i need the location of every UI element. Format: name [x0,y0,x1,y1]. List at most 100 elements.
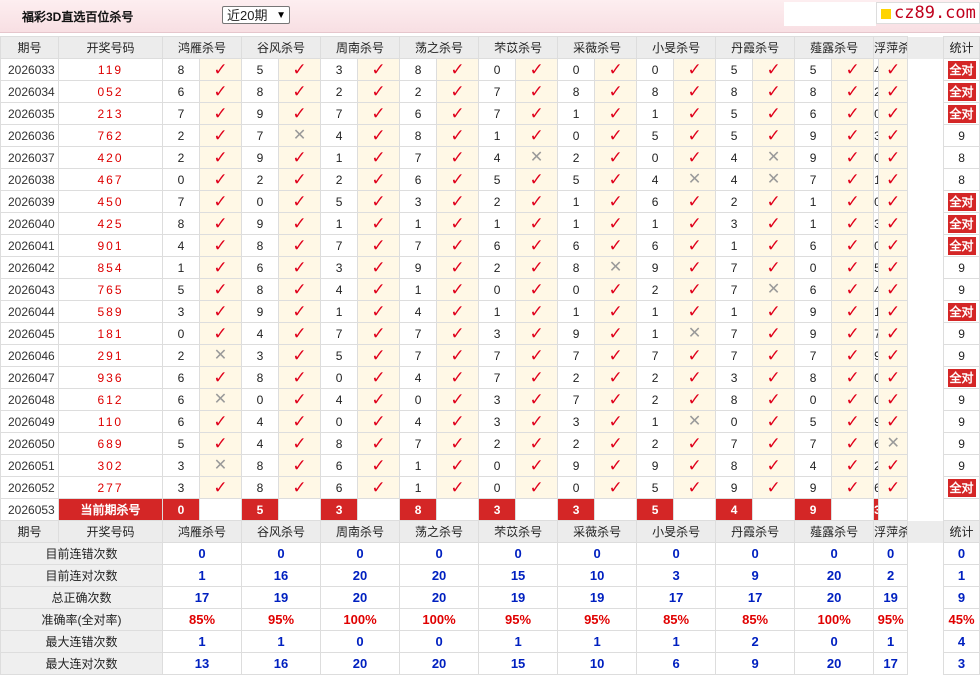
stat-cell: 全对 [943,190,980,213]
check-icon: ✓ [766,126,781,145]
hit-mark-cell: ✓ [278,476,322,499]
kill-number-cell: 0 [636,146,675,169]
kill-number-cell: 7 [399,322,438,345]
gap-cell [907,124,945,147]
current-kill-blank [878,498,909,521]
hit-mark-cell: ✓ [878,124,909,147]
check-icon: ✓ [608,170,623,189]
hit-mark-cell: ✓ [673,388,717,411]
kill-number-cell: 6 [478,234,517,257]
summary-value: 20 [794,586,875,609]
hit-mark-cell: ✓ [436,300,480,323]
hit-mark-cell: ✓ [831,322,875,345]
cross-icon: ✕ [766,148,781,166]
check-icon: ✓ [687,456,702,475]
stat-cell [943,498,980,521]
header-expert: 浮萍杀号 [873,36,909,59]
header-expert: 丹霞杀号 [715,520,796,543]
check-icon: ✓ [213,148,228,167]
hit-mark-cell: ✓ [878,168,909,191]
kill-number-cell: 6 [794,234,833,257]
header-expert: 采薇杀号 [557,36,638,59]
hit-mark-cell: ✓ [278,366,322,389]
hit-mark-cell: ✓ [515,124,559,147]
check-icon: ✓ [371,478,386,497]
hit-mark-cell: ✓ [752,80,796,103]
header-expert: 小旻杀号 [636,520,717,543]
header-draw-number: 开奖号码 [58,36,163,59]
hit-mark-cell: ✓ [752,322,796,345]
kill-number-cell: 4 [241,322,280,345]
kill-number-cell: 7 [715,256,754,279]
gap-cell [907,630,945,653]
hit-mark-cell: ✓ [436,432,480,455]
site-logo[interactable]: cz89.com [876,2,980,24]
period-cell: 2026052 [0,476,59,499]
kill-number-cell: 7 [399,146,438,169]
hit-mark-cell: ✓ [594,146,638,169]
hit-mark-cell: ✓ [831,388,875,411]
check-icon: ✓ [845,170,860,189]
summary-value: 0 [320,630,401,653]
check-icon: ✓ [687,258,702,277]
cross-icon: ✕ [687,324,702,342]
kill-number-cell: 7 [715,344,754,367]
hit-mark-cell: ✓ [198,146,243,169]
summary-label: 最大连对次数 [0,652,163,675]
hit-mark-cell: ✓ [752,454,796,477]
check-icon: ✓ [608,60,623,79]
hit-mark-cell: ✓ [673,102,717,125]
period-range-select[interactable]: 近20期 ▼ [222,6,290,24]
period-cell: 2026045 [0,322,59,345]
draw-number-cell: 901 [58,234,163,257]
kill-number-cell: 7 [320,234,359,257]
draw-number-cell: 277 [58,476,163,499]
check-icon: ✓ [450,324,465,343]
check-icon: ✓ [213,214,228,233]
summary-value: 100% [794,608,875,631]
draw-number-cell: 052 [58,80,163,103]
check-icon: ✓ [292,478,307,497]
check-icon: ✓ [845,390,860,409]
kill-number-cell: 1 [162,256,200,279]
kill-number-cell: 6 [557,234,596,257]
period-cell: 2026043 [0,278,59,301]
hit-mark-cell: ✕ [594,256,638,279]
hit-mark-cell: ✓ [515,322,559,345]
table-row: 20260404258✓9✓1✓1✓1✓1✓1✓3✓1✓3✓全对 [0,212,980,235]
header-expert: 薤露杀号 [794,520,875,543]
table-row: 20260491106✓4✓0✓4✓3✓3✓1✕0✓5✓9✓9 [0,410,980,433]
summary-value: 0 [161,542,243,565]
hit-mark-cell: ✓ [198,432,243,455]
stat-value: 8 [958,172,965,187]
hit-mark-cell: ✓ [436,146,480,169]
kill-number-cell: 7 [715,432,754,455]
check-icon: ✓ [371,324,386,343]
logo-text: cz89.com [894,3,976,23]
kill-number-cell: 4 [241,432,280,455]
header-expert: 荡之杀号 [399,36,480,59]
hit-mark-cell: ✓ [357,168,401,191]
hit-mark-cell: ✓ [436,476,480,499]
hit-mark-cell: ✓ [357,410,401,433]
kill-number-cell: 0 [478,476,517,499]
kill-number-cell: 4 [241,410,280,433]
gap-cell [907,520,945,543]
hit-mark-cell: ✓ [752,102,796,125]
header-expert: 鸿雁杀号 [161,520,243,543]
draw-number-cell: 765 [58,278,163,301]
summary-row: 目前连错次数 0 0 0 0 0 0 0 0 0 0 0 [0,542,980,565]
hit-mark-cell: ✓ [278,322,322,345]
kill-number-cell: 1 [320,212,359,235]
kill-number-cell: 3 [241,344,280,367]
hit-mark-cell: ✓ [278,168,322,191]
kill-number-cell: 0 [162,168,200,191]
hit-mark-cell: ✓ [831,278,875,301]
summary-value: 0 [399,630,480,653]
hit-mark-cell: ✓ [278,58,322,81]
hit-mark-cell: ✓ [594,212,638,235]
current-kill-number: 5 [636,498,675,521]
summary-stat: 1 [943,564,980,587]
stat-value: 9 [958,348,965,363]
kill-number-cell: 0 [241,388,280,411]
